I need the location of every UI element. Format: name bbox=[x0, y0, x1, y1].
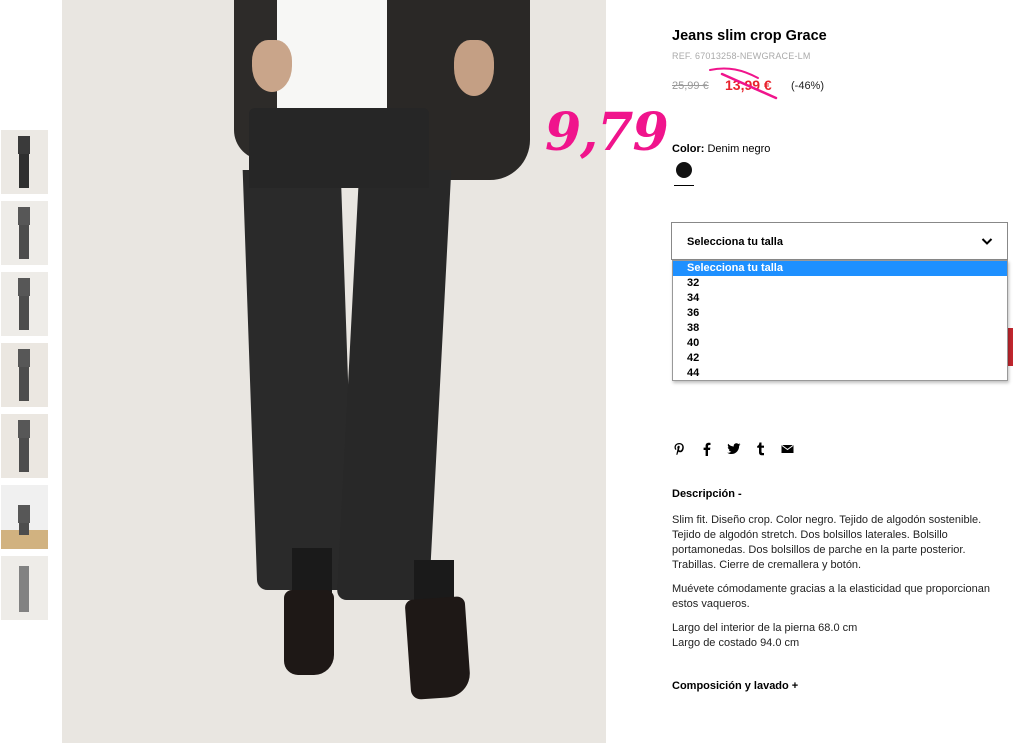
size-option-44[interactable]: 44 bbox=[673, 366, 1007, 381]
chevron-down-icon bbox=[981, 238, 993, 245]
thumbnail-7[interactable] bbox=[1, 556, 48, 620]
email-icon[interactable] bbox=[780, 441, 795, 456]
hand-shape bbox=[454, 40, 494, 96]
description-paragraph: Slim fit. Diseño crop. Color negro. Teji… bbox=[672, 514, 982, 571]
size-option-32[interactable]: 32 bbox=[673, 276, 1007, 291]
handwritten-strike-mark bbox=[709, 67, 778, 100]
color-row: Color: Denim negro bbox=[672, 143, 770, 155]
size-select-label: Selecciona tu talla bbox=[687, 236, 783, 248]
size-select[interactable]: Selecciona tu talla bbox=[671, 222, 1008, 260]
pinterest-icon[interactable] bbox=[672, 441, 687, 456]
original-price: 25,99 € bbox=[672, 80, 709, 92]
size-option-placeholder[interactable]: Selecciona tu talla bbox=[673, 261, 1007, 276]
description-toggle[interactable]: Descripción - bbox=[672, 488, 742, 500]
boot-shape bbox=[404, 596, 472, 700]
boot-shape bbox=[284, 590, 334, 675]
product-title: Jeans slim crop Grace bbox=[672, 28, 827, 44]
description-paragraph: Muévete cómodamente gracias a la elastic… bbox=[672, 583, 990, 610]
size-option-36[interactable]: 36 bbox=[673, 306, 1007, 321]
handwritten-price-annotation: 9,79 bbox=[545, 102, 669, 163]
thumbnail-2[interactable] bbox=[1, 201, 48, 265]
discount-badge: (-46%) bbox=[791, 80, 825, 92]
thumbnail-5[interactable] bbox=[1, 414, 48, 478]
hand-shape bbox=[252, 40, 292, 92]
thumbnail-gallery bbox=[1, 130, 48, 627]
thumbnail-3[interactable] bbox=[1, 272, 48, 336]
measure-inseam: Largo del interior de la pierna 68.0 cm bbox=[672, 622, 858, 634]
size-option-42[interactable]: 42 bbox=[673, 351, 1007, 366]
facebook-icon[interactable] bbox=[699, 441, 714, 456]
size-option-38[interactable]: 38 bbox=[673, 321, 1007, 336]
size-dropdown-list: Selecciona tu talla 32 34 36 38 40 42 44 bbox=[672, 260, 1008, 381]
twitter-icon[interactable] bbox=[726, 441, 741, 456]
add-to-cart-button-edge[interactable] bbox=[1008, 328, 1013, 366]
jeans-waist bbox=[249, 108, 429, 188]
product-info-panel: Jeans slim crop Grace REF. 67013258-NEWG… bbox=[671, 0, 1013, 743]
description-body: Slim fit. Diseño crop. Color negro. Teji… bbox=[672, 513, 1007, 651]
product-main-image[interactable] bbox=[62, 0, 606, 743]
product-reference: REF. 67013258-NEWGRACE-LM bbox=[672, 51, 811, 61]
shirt-shape bbox=[277, 0, 387, 112]
swatch-selected-indicator bbox=[674, 185, 694, 186]
color-swatch-denim-negro[interactable] bbox=[676, 162, 692, 178]
thumbnail-6[interactable] bbox=[1, 485, 48, 549]
color-label: Color: bbox=[672, 143, 705, 155]
thumbnail-1[interactable] bbox=[1, 130, 48, 194]
jeans-leg bbox=[242, 170, 356, 590]
sock-shape bbox=[292, 548, 332, 593]
composition-toggle[interactable]: Composición y lavado + bbox=[672, 680, 798, 692]
size-option-34[interactable]: 34 bbox=[673, 291, 1007, 306]
jeans-leg bbox=[336, 170, 452, 600]
color-value: Denim negro bbox=[707, 143, 771, 155]
thumbnail-4[interactable] bbox=[1, 343, 48, 407]
size-option-40[interactable]: 40 bbox=[673, 336, 1007, 351]
share-icons-row bbox=[672, 441, 795, 456]
measure-outseam: Largo de costado 94.0 cm bbox=[672, 637, 800, 649]
tumblr-icon[interactable] bbox=[753, 441, 768, 456]
